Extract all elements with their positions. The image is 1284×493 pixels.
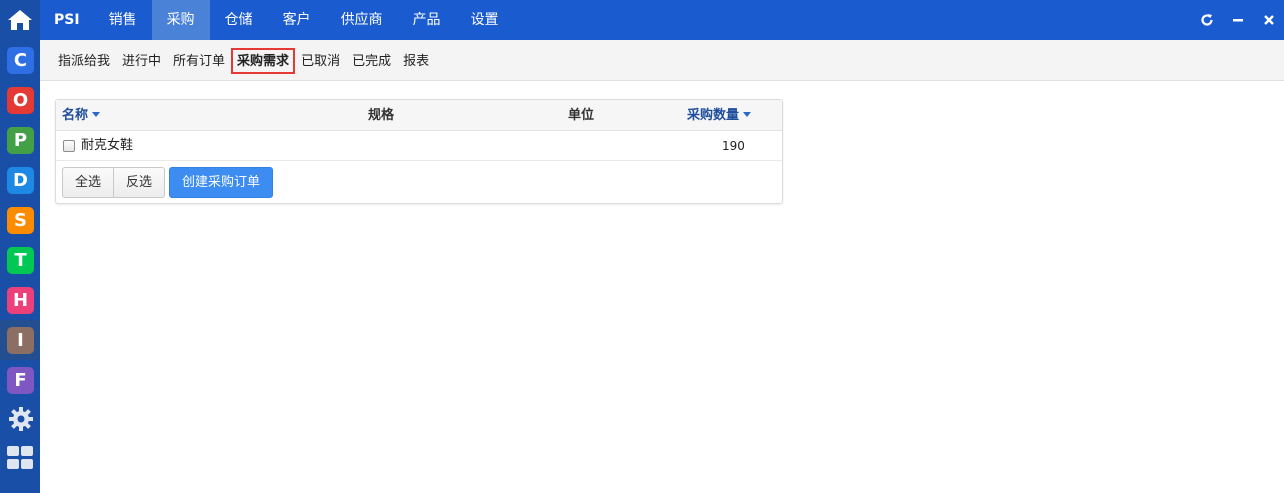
rail-app-icon[interactable]: T xyxy=(7,247,34,274)
select-all-button[interactable]: 全选 xyxy=(62,167,115,198)
table-header: 名称 规格 单位 采购数量 xyxy=(56,100,782,131)
subnav-tab[interactable]: 已完成 xyxy=(346,48,397,74)
refresh-icon[interactable] xyxy=(1191,0,1222,40)
rail-app-icon[interactable]: S xyxy=(7,207,34,234)
close-icon[interactable] xyxy=(1253,0,1284,40)
app-rail: COPDSTHIF xyxy=(0,0,40,493)
row-qty: 190 xyxy=(722,139,745,153)
rail-app-icon[interactable]: H xyxy=(7,287,34,314)
top-bar: PSI 销售 采购 仓储 客户 供应商 产品 设置 xyxy=(40,0,1284,40)
subnav-tab[interactable]: 采购需求 xyxy=(231,48,296,74)
brand-logo[interactable]: PSI xyxy=(40,0,94,40)
menu-item[interactable]: 采购 xyxy=(151,0,210,40)
sort-caret-icon xyxy=(92,112,101,117)
rail-app-icon[interactable]: P xyxy=(7,127,34,154)
main-menu: PSI 销售 采购 仓储 客户 供应商 产品 设置 xyxy=(40,0,514,40)
column-unit-header: 单位 xyxy=(568,108,595,123)
invert-selection-button[interactable]: 反选 xyxy=(114,167,166,198)
window-controls xyxy=(1191,0,1284,40)
column-name-label: 名称 xyxy=(62,108,89,123)
menu-item[interactable]: 设置 xyxy=(456,0,514,40)
subnav-tab[interactable]: 所有订单 xyxy=(167,48,231,74)
menu-item[interactable]: 仓储 xyxy=(210,0,268,40)
subnav-tab[interactable]: 指派给我 xyxy=(52,48,116,74)
row-name: 耐克女鞋 xyxy=(81,138,134,153)
menu-item[interactable]: 供应商 xyxy=(326,0,398,40)
rail-app-icon[interactable]: I xyxy=(7,327,34,354)
menu-item[interactable]: 客户 xyxy=(268,0,326,40)
sort-caret-icon xyxy=(743,112,752,117)
column-qty-header[interactable]: 采购数量 xyxy=(687,100,752,131)
settings-icon[interactable] xyxy=(7,405,34,432)
table-row[interactable]: 耐克女鞋 190 xyxy=(56,131,782,161)
rail-app-icon[interactable]: F xyxy=(7,367,34,394)
rail-app-icon[interactable]: C xyxy=(7,47,34,74)
menu-item[interactable]: 销售 xyxy=(94,0,152,40)
sub-nav: 指派给我 进行中 所有订单 采购需求 已取消 已完成 报表 xyxy=(40,40,1284,81)
subnav-tab[interactable]: 已取消 xyxy=(295,48,346,74)
minimize-icon[interactable] xyxy=(1222,0,1253,40)
column-spec-header: 规格 xyxy=(368,108,395,123)
menu-item[interactable]: 产品 xyxy=(398,0,456,40)
home-icon[interactable] xyxy=(0,0,40,40)
create-purchase-order-button[interactable]: 创建采购订单 xyxy=(169,167,274,198)
rail-app-icon[interactable]: O xyxy=(7,87,34,114)
action-buttons: 全选 反选 创建采购订单 xyxy=(62,167,274,198)
grid-apps-icon[interactable] xyxy=(7,446,34,470)
subnav-tab[interactable]: 进行中 xyxy=(116,48,167,74)
row-checkbox[interactable] xyxy=(63,140,75,152)
subnav-tab[interactable]: 报表 xyxy=(397,48,435,74)
rail-app-icon[interactable]: D xyxy=(7,167,34,194)
column-name-header[interactable]: 名称 xyxy=(62,100,101,131)
column-qty-label: 采购数量 xyxy=(687,108,740,123)
requirements-panel: 名称 规格 单位 采购数量 耐克女鞋 190 全选 反选 创建采购订单 xyxy=(55,99,783,204)
